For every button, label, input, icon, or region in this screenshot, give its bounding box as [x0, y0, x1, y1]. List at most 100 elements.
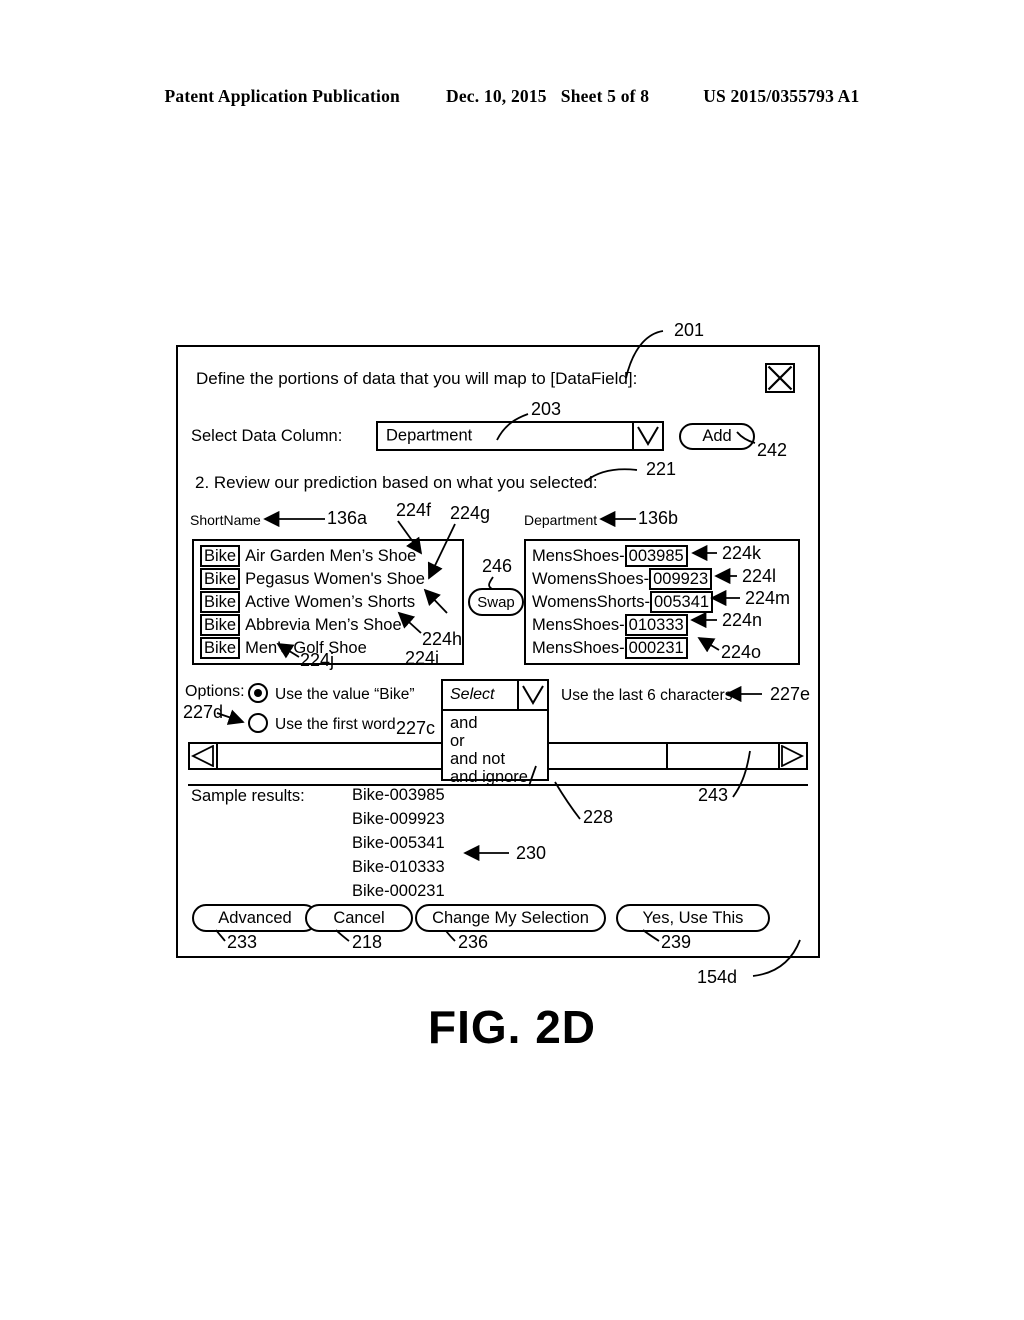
operator-dropdown-placeholder: Select [450, 686, 495, 703]
ref-242: 242 [757, 440, 788, 460]
chevron-down-icon [522, 685, 544, 705]
sample-result-value: Bike-000231 [352, 882, 445, 900]
ref-227c: 227c [396, 718, 436, 738]
operator-option-and-ignore[interactable]: and ignore [450, 768, 528, 787]
ref-243: 243 [698, 785, 729, 805]
ref-201: 201 [674, 320, 705, 340]
ref-154d: 154d [697, 967, 738, 987]
scroll-left-button[interactable] [190, 744, 218, 768]
data-column-caret-cell[interactable] [632, 423, 662, 449]
add-button[interactable]: Add [679, 423, 755, 450]
sample-result-value: Bike-003985 [352, 786, 445, 804]
left-list-header: ShortName [190, 512, 261, 528]
dialog-title: Define the portions of data that you wil… [196, 369, 638, 388]
publication-header: Patent Application Publication Dec. 10, 2… [0, 86, 1024, 107]
operator-dropdown-header[interactable]: Select [443, 681, 547, 711]
ref-224l: 224l [742, 566, 777, 586]
list-item-label: Air Garden Men’s Shoe [245, 546, 417, 565]
ref-227d: 227d [183, 702, 224, 722]
publication-header-left: Patent Application Publication [164, 86, 400, 106]
change-my-selection-button-label: Change My Selection [432, 908, 589, 927]
list-item[interactable]: Bike Men’s Golf Shoe [200, 637, 367, 659]
list-item-prefix: WomensShoes- [532, 569, 650, 588]
radio-use-value[interactable] [248, 683, 268, 703]
ref-224g: 224g [450, 503, 491, 523]
ref-246: 246 [482, 556, 513, 576]
ref-239: 239 [661, 932, 692, 952]
ref-224j: 224j [300, 650, 335, 670]
list-item-prefix: MensShoes- [532, 638, 625, 657]
operator-option-and-not[interactable]: and not [450, 750, 505, 769]
sample-result-value: Bike-005341 [352, 834, 445, 852]
token-badge: Bike [200, 545, 241, 567]
cancel-button[interactable]: Cancel [305, 904, 413, 932]
close-button[interactable] [765, 363, 795, 393]
triangle-left-icon [191, 745, 214, 767]
ref-224n: 224n [722, 610, 763, 630]
list-item[interactable]: MensShoes- 000231 [532, 637, 688, 659]
token-badge: Bike [200, 568, 241, 590]
operator-dropdown[interactable]: Select and or and not and ignore [441, 679, 549, 786]
list-item-label: Pegasus Women's Shoe [245, 569, 425, 588]
scroll-track-divider [666, 744, 668, 768]
radio-use-first-word[interactable] [248, 713, 268, 733]
advanced-button[interactable]: Advanced [192, 904, 318, 932]
ref-224o: 224o [721, 642, 762, 662]
list-item[interactable]: Bike Air Garden Men’s Shoe [200, 545, 416, 567]
change-my-selection-button[interactable]: Change My Selection [415, 904, 606, 932]
token-badge: Bike [200, 637, 241, 659]
sheet-number: Sheet 5 of 8 [560, 86, 650, 106]
swap-button[interactable]: Swap [468, 588, 524, 616]
list-item[interactable]: WomensShorts- 005341 [532, 591, 714, 613]
scroll-right-button[interactable] [778, 744, 806, 768]
list-item[interactable]: Bike Abbrevia Men’s Shoe [200, 614, 402, 636]
data-column-value: Department [386, 426, 473, 445]
ref-236: 236 [458, 932, 489, 952]
ref-228: 228 [583, 807, 614, 827]
yes-use-this-button-label: Yes, Use This [642, 908, 744, 927]
operator-option-and[interactable]: and [450, 714, 478, 733]
sample-results-label: Sample results: [191, 787, 305, 805]
ref-224f: 224f [396, 500, 432, 520]
list-item[interactable]: MensShoes- 010333 [532, 614, 688, 636]
radio-use-value-label: Use the value “Bike” [275, 686, 415, 703]
operator-option-or[interactable]: or [450, 732, 465, 751]
list-item-prefix: WomensShorts- [532, 592, 650, 611]
ref-224k: 224k [722, 543, 762, 563]
list-item[interactable]: Bike Pegasus Women's Shoe [200, 568, 425, 590]
ref-218: 218 [352, 932, 383, 952]
list-item[interactable]: MensShoes- 003985 [532, 545, 688, 567]
operator-dropdown-caret-cell[interactable] [517, 681, 547, 709]
ref-224m: 224m [745, 588, 791, 608]
triangle-right-icon [781, 745, 804, 767]
options-label: Options: [185, 683, 245, 700]
list-item[interactable]: Bike Active Women’s Shorts [200, 591, 415, 613]
list-item-label: Active Women’s Shorts [245, 592, 416, 611]
token-badge: Bike [200, 591, 241, 613]
ref-221: 221 [646, 459, 677, 479]
list-item[interactable]: WomensShoes- 009923 [532, 568, 713, 590]
code-badge: 010333 [624, 614, 688, 636]
ref-224h: 224h [422, 629, 463, 649]
cancel-button-label: Cancel [333, 908, 385, 927]
ref-136b: 136b [638, 508, 679, 528]
ref-233: 233 [227, 932, 258, 952]
data-column-select[interactable]: Department [376, 421, 664, 451]
yes-use-this-button[interactable]: Yes, Use This [616, 904, 770, 932]
ref-136a: 136a [327, 508, 368, 528]
ref-230: 230 [516, 843, 547, 863]
ref-227e: 227e [770, 684, 811, 704]
step-2-instruction: 2. Review our prediction based on what y… [195, 473, 598, 492]
add-button-label: Add [702, 427, 732, 445]
code-badge: 005341 [649, 591, 714, 613]
right-list-header: Department [524, 512, 598, 528]
sample-result-value: Bike-009923 [352, 810, 445, 828]
figure-caption: FIG. 2D [427, 1001, 597, 1053]
code-badge: 003985 [624, 545, 688, 567]
list-item-prefix: MensShoes- [532, 615, 625, 634]
swap-button-label: Swap [477, 593, 515, 611]
list-item-prefix: MensShoes- [532, 546, 625, 565]
sample-result-value: Bike-010333 [352, 858, 445, 876]
radio-use-first-word-label: Use the first word [275, 716, 396, 733]
code-badge: 000231 [624, 637, 688, 659]
